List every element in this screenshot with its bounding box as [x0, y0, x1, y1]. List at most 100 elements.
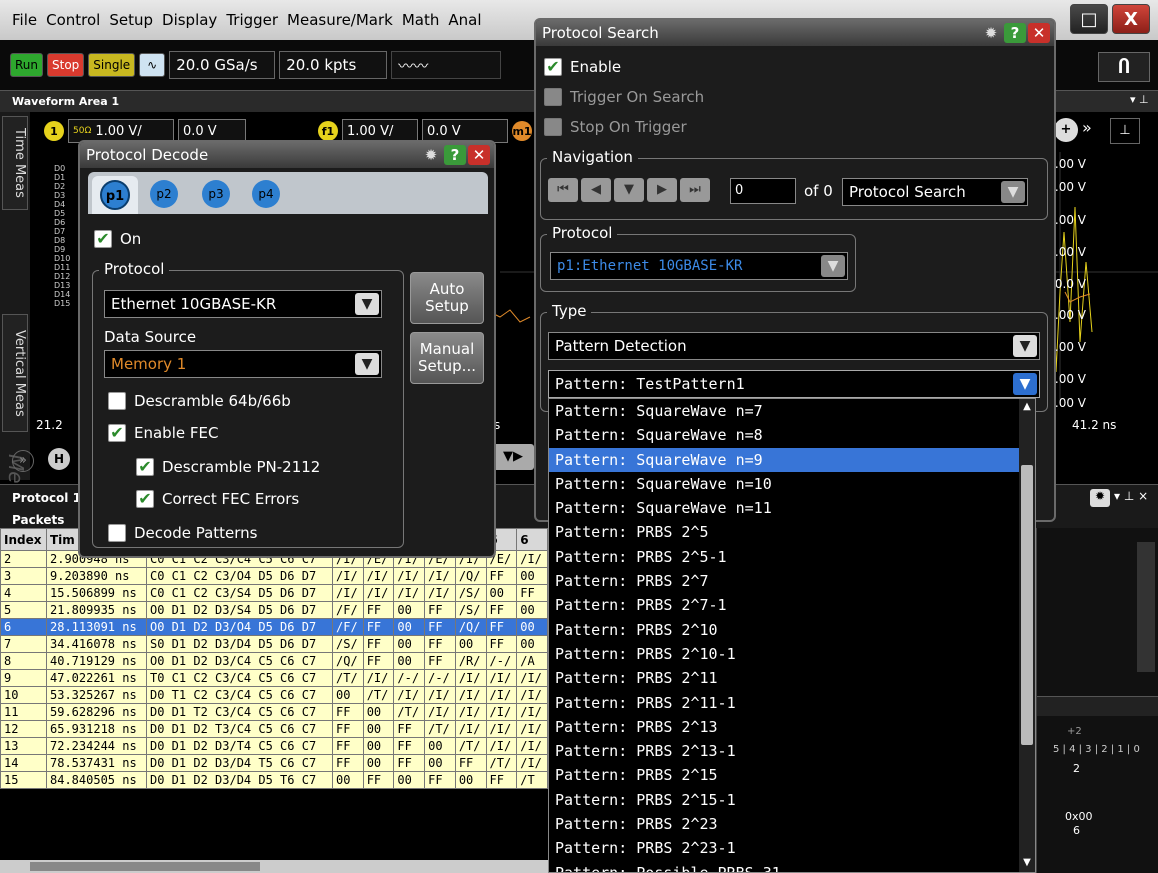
- table-horizontal-scrollbar[interactable]: [0, 860, 548, 873]
- pattern-option[interactable]: Pattern: PRBS 2^5-1: [549, 545, 1019, 569]
- nav-index-input[interactable]: 0: [730, 178, 796, 204]
- search-protocol-select[interactable]: p1:Ethernet 10GBASE-KR ▼: [550, 252, 848, 280]
- tab-vertical-meas[interactable]: Vertical Meas: [2, 314, 28, 432]
- menu-trigger[interactable]: Trigger: [226, 11, 278, 29]
- decode-close-button[interactable]: ✕: [468, 145, 490, 165]
- table-row[interactable]: 8 40.719129 ns O0 D1 D2 D3/C4 C5 C6 C7/Q/F…: [0, 652, 548, 670]
- col-index[interactable]: Index: [0, 528, 47, 551]
- pattern-option[interactable]: Pattern: PRBS 2^5: [549, 520, 1019, 544]
- auto-setup-button[interactable]: Auto Setup: [410, 272, 484, 324]
- menu-measure-mark[interactable]: Measure/Mark: [287, 11, 393, 29]
- pattern-option[interactable]: Pattern: PRBS 2^13: [549, 715, 1019, 739]
- table-row[interactable]: 15 84.840505 ns D0 D1 D2 D3/D4 D5 T6 C7 00 F…: [0, 771, 548, 789]
- search-help-button[interactable]: ?: [1004, 23, 1026, 43]
- dropdown-scroll-thumb[interactable]: [1021, 465, 1033, 745]
- pattern-option[interactable]: Pattern: PRBS 2^15-1: [549, 788, 1019, 812]
- expand-left-button[interactable]: »: [12, 450, 34, 472]
- decode-dialog-title-bar[interactable]: Protocol Decode ✹ ? ✕: [80, 142, 494, 168]
- run-button[interactable]: Run: [10, 53, 44, 77]
- table-row[interactable]: 7 34.416078 ns S0 D1 D2 D3/D4 D5 D6 D7/S/F…: [0, 635, 548, 653]
- pattern-option[interactable]: Pattern: PRBS 2^15: [549, 763, 1019, 787]
- pattern-option[interactable]: Pattern: SquareWave n=8: [549, 423, 1019, 447]
- trigger-on-search-checkbox[interactable]: [544, 88, 562, 106]
- decode-patterns-checkbox[interactable]: [108, 524, 126, 542]
- decode-patterns-row[interactable]: Decode Patterns: [108, 524, 258, 542]
- pattern-option[interactable]: Pattern: SquareWave n=7: [549, 399, 1019, 423]
- pattern-option[interactable]: Pattern: SquareWave n=9: [549, 447, 1019, 472]
- search-settings-button[interactable]: ✹: [980, 23, 1002, 43]
- tab-p2[interactable]: p2: [144, 178, 186, 212]
- channel1-badge[interactable]: 1: [44, 121, 64, 141]
- enable-fec-row[interactable]: ✔ Enable FEC: [108, 424, 218, 442]
- descramble-64-row[interactable]: Descramble 64b/66b: [108, 392, 291, 410]
- table-row[interactable]: 4 15.506899 ns C0 C1 C2 C3/S4 D5 D6 D7/I//…: [0, 584, 548, 602]
- search-enable-checkbox[interactable]: ✔: [544, 58, 562, 76]
- restore-window-button[interactable]: □: [1070, 4, 1108, 34]
- table-row[interactable]: 5 21.809935 ns O0 D1 D2 D3/S4 D5 D6 D7/F/F…: [0, 601, 548, 619]
- memory-depth-field[interactable]: 20.0 kpts: [279, 51, 388, 79]
- decode-on-row[interactable]: ✔ On: [94, 230, 141, 248]
- zoom-tool-button[interactable]: Ⴖ: [1098, 52, 1150, 82]
- table-row[interactable]: 10 53.325267 ns D0 T1 C2 C3/C4 C5 C6 C7 00/…: [0, 686, 548, 704]
- pattern-option[interactable]: Pattern: PRBS 2^13-1: [549, 739, 1019, 763]
- table-row[interactable]: 3 9.203890 ns C0 C1 C2 C3/O4 D5 D6 D7/I//I…: [0, 567, 548, 585]
- add-waveform-button[interactable]: +: [1054, 118, 1078, 142]
- search-enable-row[interactable]: ✔ Enable: [544, 58, 621, 76]
- pin-button[interactable]: ⊥: [1110, 118, 1140, 144]
- expand-icon[interactable]: »: [1082, 118, 1092, 137]
- decode-protocol-select[interactable]: Ethernet 10GBASE-KR ▼: [104, 290, 382, 318]
- menu-math[interactable]: Math: [402, 11, 440, 29]
- enable-fec-checkbox[interactable]: ✔: [108, 424, 126, 442]
- correct-fec-row[interactable]: ✔ Correct FEC Errors: [136, 490, 299, 508]
- table-row[interactable]: 13 72.234244 ns D0 D1 D2 D3/T4 C5 C6 C7 FF 0…: [0, 737, 548, 755]
- trigger-on-search-row[interactable]: Trigger On Search: [544, 88, 704, 106]
- nav-last-button[interactable]: ⏭: [680, 178, 710, 202]
- pattern-option[interactable]: Pattern: PRBS 2^7-1: [549, 593, 1019, 617]
- descramble-pn-row[interactable]: ✔ Descramble PN-2112: [136, 458, 320, 476]
- stop-on-trigger-row[interactable]: Stop On Trigger: [544, 118, 687, 136]
- detail-scrollbar[interactable]: [1137, 542, 1155, 672]
- pattern-option[interactable]: Pattern: PRBS 2^11-1: [549, 691, 1019, 715]
- stop-button[interactable]: Stop: [47, 53, 85, 77]
- menu-control[interactable]: Control: [46, 11, 100, 29]
- table-row[interactable]: 12 65.931218 ns D0 D1 D2 T3/C4 C5 C6 C7 FF 0…: [0, 720, 548, 738]
- tab-p3[interactable]: p3: [196, 178, 238, 212]
- search-dialog-title-bar[interactable]: Protocol Search ✹ ? ✕: [536, 20, 1054, 46]
- menu-file[interactable]: File: [12, 11, 37, 29]
- search-close-button[interactable]: ✕: [1028, 23, 1050, 43]
- table-row[interactable]: 9 47.022261 ns T0 C1 C2 C3/C4 C5 C6 C7/T//…: [0, 669, 548, 687]
- menu-analyze[interactable]: Anal: [448, 11, 481, 29]
- pattern-option[interactable]: Pattern: SquareWave n=10: [549, 472, 1019, 496]
- nav-first-button[interactable]: ⏮: [548, 178, 578, 202]
- pattern-option[interactable]: Pattern: PRBS 2^23: [549, 812, 1019, 836]
- pattern-option[interactable]: Pattern: SquareWave n=11: [549, 496, 1019, 520]
- table-row[interactable]: 14 78.537431 ns D0 D1 D2 D3/D4 T5 C6 C7 FF 0…: [0, 754, 548, 772]
- pattern-option[interactable]: Pattern: PRBS 2^10: [549, 618, 1019, 642]
- tab-time-meas[interactable]: Time Meas: [2, 116, 28, 210]
- nav-source-select[interactable]: Protocol Search ▼: [842, 178, 1028, 206]
- pattern-option[interactable]: Pattern: PRBS 2^11: [549, 666, 1019, 690]
- horizontal-badge[interactable]: H: [48, 448, 70, 470]
- nav-down-button[interactable]: ▼: [614, 178, 644, 202]
- decode-settings-button[interactable]: ✹: [420, 145, 442, 165]
- panel-pin-icon[interactable]: ▾ ⊥: [1130, 93, 1149, 106]
- memory1-badge[interactable]: m1: [512, 121, 532, 141]
- sample-rate-field[interactable]: 20.0 GSa/s: [169, 51, 276, 79]
- descramble-pn-checkbox[interactable]: ✔: [136, 458, 154, 476]
- type-select[interactable]: Pattern Detection ▼: [548, 332, 1040, 360]
- function1-badge[interactable]: f1: [318, 121, 338, 141]
- tab-p1[interactable]: p1: [92, 176, 138, 214]
- nav-next-button[interactable]: ▶: [647, 178, 677, 202]
- scroll-up-icon[interactable]: ▲: [1019, 401, 1035, 415]
- scrollbar-thumb[interactable]: [30, 862, 260, 871]
- pattern-select[interactable]: Pattern: TestPattern1 ▼: [548, 370, 1040, 398]
- scroll-down-icon[interactable]: ▼: [1019, 857, 1035, 871]
- col-6[interactable]: 6: [516, 528, 548, 551]
- pattern-option[interactable]: Pattern: PRBS 2^23-1: [549, 836, 1019, 860]
- manual-setup-button[interactable]: Manual Setup...: [410, 332, 484, 384]
- table-row[interactable]: 11 59.628296 ns D0 D1 T2 C3/C4 C5 C6 C7 FF 0…: [0, 703, 548, 721]
- pattern-option[interactable]: Pattern: PRBS 2^10-1: [549, 642, 1019, 666]
- nav-prev-button[interactable]: ◀: [581, 178, 611, 202]
- correct-fec-checkbox[interactable]: ✔: [136, 490, 154, 508]
- close-window-button[interactable]: X: [1112, 4, 1150, 34]
